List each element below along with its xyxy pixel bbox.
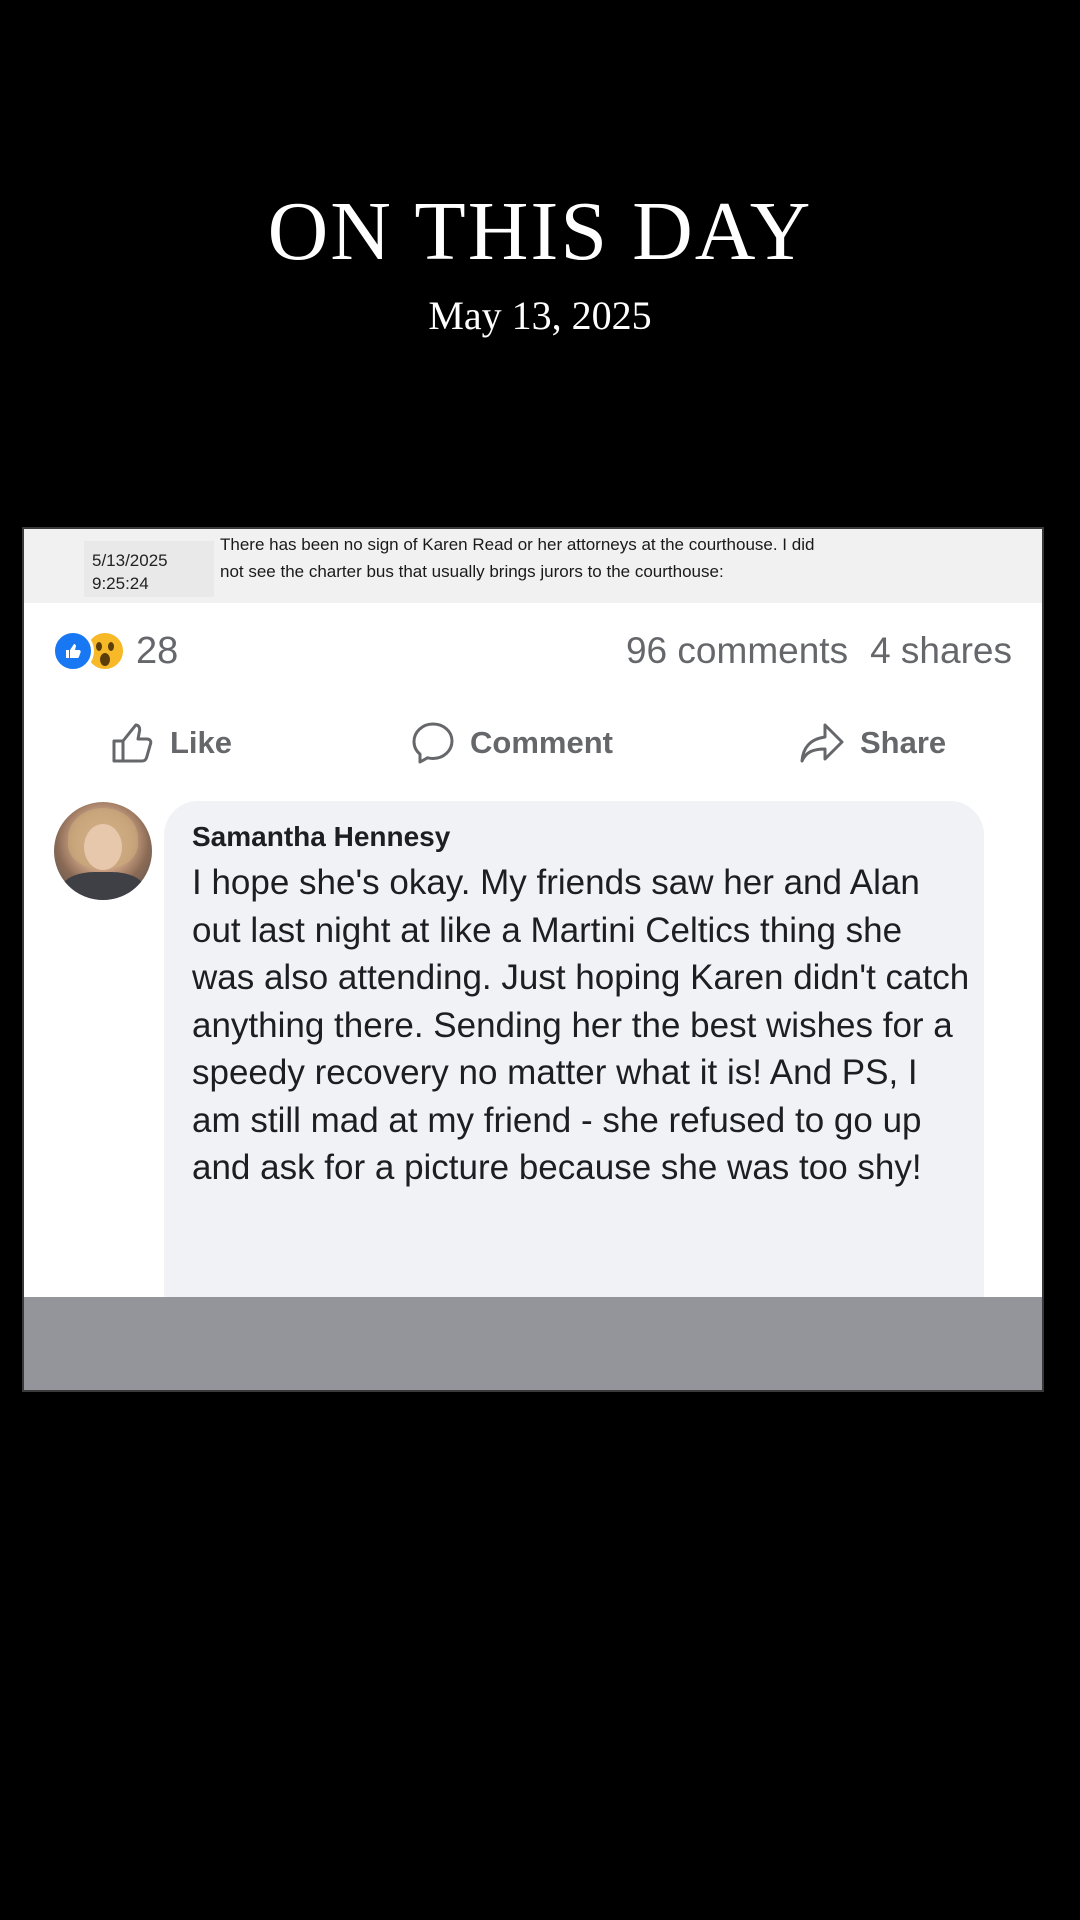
post-stats: 96 comments 4 shares [626,629,1012,673]
log-text: There has been no sign of Karen Read or … [220,535,815,581]
avatar[interactable] [54,802,152,900]
comment-text: I hope she's okay. My friends saw her an… [192,863,970,1187]
like-reaction-icon [52,630,94,672]
post-screenshot: 5/13/2025 9:25:24 There has been no sign… [24,529,1042,1390]
comments-count-link[interactable]: 96 comments [626,629,848,673]
comment-button[interactable]: Comment [410,715,613,771]
shares-count-link[interactable]: 4 shares [870,629,1012,673]
comment-label: Comment [470,725,613,760]
share-label: Share [860,725,947,760]
comment-author[interactable]: Samantha Hennesy [192,821,450,853]
page-title: ON THIS DAY [267,185,813,278]
like-button[interactable]: Like [110,715,232,771]
log-entry: 5/13/2025 9:25:24 There has been no sign… [24,529,1042,603]
post-actions-bar: Like Comment Share [24,715,1042,771]
log-time: 9:25:24 [92,574,149,593]
comment-icon [412,722,454,764]
like-label: Like [170,725,233,760]
bottom-bar [24,1297,1042,1390]
log-date: 5/13/2025 [92,551,168,570]
log-timestamp: 5/13/2025 9:25:24 [84,541,214,597]
reactions-summary[interactable]: 28 [52,629,178,673]
share-icon [800,723,844,763]
page-date: May 13, 2025 [428,293,652,338]
thumbs-up-icon [112,723,153,763]
share-button[interactable]: Share [798,715,946,771]
comment-bubble: Samantha Hennesy I hope she's okay. My f… [164,801,984,1337]
reaction-count: 28 [136,629,179,672]
